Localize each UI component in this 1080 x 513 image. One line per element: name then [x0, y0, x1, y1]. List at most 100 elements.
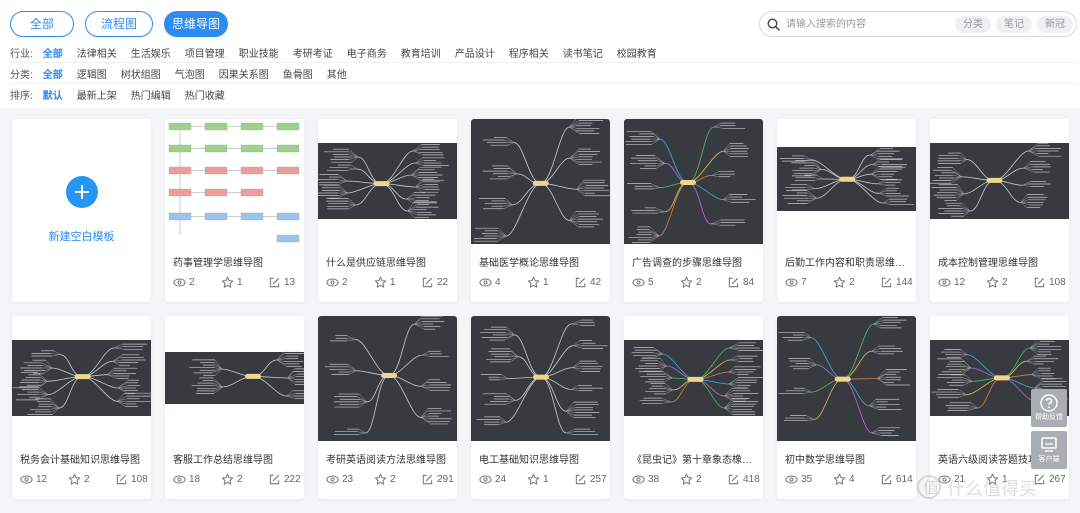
view-count: 24 — [479, 472, 506, 486]
edit-icon — [881, 474, 892, 484]
edit-count-value: 418 — [743, 473, 760, 485]
category-filter-option[interactable]: 因果关系图 — [219, 66, 269, 81]
edit-icon — [575, 277, 586, 287]
template-thumbnail — [624, 316, 763, 441]
type-tabs: 全部 流程图 思维导图 — [10, 11, 228, 37]
like-count[interactable]: 1 — [527, 275, 549, 289]
star-icon — [833, 276, 846, 288]
view-count: 2 — [173, 275, 195, 289]
edit-icon — [422, 277, 433, 287]
search-box: 分类 笔记 新冠 — [759, 11, 1077, 37]
search-chip-covid[interactable]: 新冠 — [1037, 16, 1073, 33]
sort-filter-option[interactable]: 热门收藏 — [185, 87, 225, 102]
industry-filter: 行业: 全部 法律相关 生活娱乐 项目管理 职业技能 考研考证 电子商务 教育培训 产品设计 程序相… — [10, 44, 671, 60]
industry-filter-option[interactable]: 产品设计 — [455, 45, 495, 60]
industry-filter-option[interactable]: 程序相关 — [509, 45, 549, 60]
template-title: 电工基础知识思维导图 — [479, 455, 579, 466]
industry-filter-option[interactable]: 职业技能 — [239, 45, 279, 60]
star-icon — [68, 473, 81, 485]
industry-filter-option[interactable]: 电子商务 — [347, 45, 387, 60]
category-filter-option[interactable]: 鱼骨图 — [283, 66, 313, 81]
edit-count-value: 267 — [1049, 473, 1066, 485]
industry-filter-option[interactable]: 读书笔记 — [563, 45, 603, 60]
sort-filter-option[interactable]: 默认 — [43, 87, 63, 102]
template-card[interactable]: 药事管理学思维导图 2 1 13 — [165, 119, 304, 302]
view-count-value: 4 — [495, 276, 501, 288]
like-count[interactable]: 2 — [986, 275, 1008, 289]
view-count: 5 — [632, 275, 654, 289]
search-chip-category[interactable]: 分类 — [955, 16, 991, 33]
category-filter-option[interactable]: 气泡图 — [175, 66, 205, 81]
category-filter-option[interactable]: 树状组图 — [121, 66, 161, 81]
template-card[interactable]: 成本控制管理思维导图 12 2 108 — [930, 119, 1069, 302]
like-count[interactable]: 1 — [986, 472, 1008, 486]
template-card[interactable]: 电工基础知识思维导图 24 1 257 — [471, 316, 610, 499]
template-card[interactable]: 广告调查的步骤思维导图 5 2 84 — [624, 119, 763, 302]
view-count: 12 — [20, 472, 47, 486]
client-download-button[interactable]: 客户端 — [1031, 431, 1067, 469]
like-count[interactable]: 2 — [68, 472, 90, 486]
industry-filter-option[interactable]: 考研考证 — [293, 45, 333, 60]
like-count[interactable]: 1 — [374, 275, 396, 289]
like-count[interactable]: 2 — [221, 472, 243, 486]
search-chip-notes[interactable]: 笔记 — [996, 16, 1032, 33]
view-count: 12 — [938, 275, 965, 289]
search-icon[interactable] — [767, 18, 780, 31]
plus-icon — [66, 176, 98, 208]
tab-flowchart[interactable]: 流程图 — [85, 11, 153, 37]
view-count: 4 — [479, 275, 501, 289]
edit-count: 257 — [574, 472, 607, 486]
star-icon — [221, 473, 234, 485]
tab-all[interactable]: 全部 — [10, 11, 74, 37]
like-count[interactable]: 2 — [680, 472, 702, 486]
sort-filter-option[interactable]: 热门编辑 — [131, 87, 171, 102]
eye-icon — [938, 277, 951, 287]
category-filter-option[interactable]: 逻辑图 — [77, 66, 107, 81]
like-count[interactable]: 4 — [833, 472, 855, 486]
template-card[interactable]: 初中数学思维导图 35 4 614 — [777, 316, 916, 499]
template-card[interactable]: 税务会计基础知识思维导图 12 2 108 — [12, 316, 151, 499]
template-card[interactable]: 后勤工作内容和职责思维导图 7 2 144 — [777, 119, 916, 302]
new-blank-template-label: 新建空白模板 — [48, 231, 115, 243]
like-count[interactable]: 2 — [680, 275, 702, 289]
view-count-value: 5 — [648, 276, 654, 288]
tab-mindmap[interactable]: 思维导图 — [164, 11, 228, 37]
template-card[interactable]: 基础医学概论思维导图 4 1 42 — [471, 119, 610, 302]
star-icon — [986, 276, 999, 288]
industry-filter-option[interactable]: 项目管理 — [185, 45, 225, 60]
help-feedback-button[interactable]: 帮助反馈 — [1031, 389, 1067, 427]
edit-count-value: 108 — [131, 473, 148, 485]
view-count: 35 — [785, 472, 812, 486]
template-title: 初中数学思维导图 — [785, 455, 865, 466]
eye-icon — [632, 474, 645, 484]
edit-icon — [269, 277, 280, 287]
category-filter-option[interactable]: 全部 — [43, 66, 63, 81]
search-input[interactable] — [786, 15, 946, 33]
like-count-value: 4 — [849, 473, 855, 485]
industry-filter-option[interactable]: 教育培训 — [401, 45, 441, 60]
like-count[interactable]: 2 — [833, 275, 855, 289]
template-card[interactable]: 客服工作总结思维导图 18 2 222 — [165, 316, 304, 499]
industry-filter-option[interactable]: 全部 — [43, 45, 63, 60]
edit-count-value: 22 — [437, 276, 449, 288]
edit-count: 222 — [268, 472, 301, 486]
new-blank-template-card[interactable]: 新建空白模板 — [12, 119, 151, 302]
industry-filter-option[interactable]: 生活娱乐 — [131, 45, 171, 60]
like-count-value: 1 — [237, 276, 243, 288]
view-count-value: 12 — [954, 276, 966, 288]
like-count[interactable]: 2 — [374, 472, 396, 486]
eye-icon — [173, 277, 186, 287]
template-card[interactable]: 《昆虫记》第十章象态橡栗... 38 2 418 — [624, 316, 763, 499]
like-count[interactable]: 1 — [527, 472, 549, 486]
template-thumbnail — [777, 119, 916, 244]
like-count[interactable]: 1 — [221, 275, 243, 289]
sort-filter-option[interactable]: 最新上架 — [77, 87, 117, 102]
template-thumbnail — [777, 316, 916, 441]
industry-filter-option[interactable]: 校园教育 — [617, 45, 657, 60]
edit-count-value: 84 — [743, 276, 755, 288]
category-filter-option[interactable]: 其他 — [327, 66, 347, 81]
edit-count: 291 — [421, 472, 454, 486]
template-card[interactable]: 考研英语阅读方法思维导图 23 2 291 — [318, 316, 457, 499]
template-card[interactable]: 什么是供应链思维导图 2 1 22 — [318, 119, 457, 302]
industry-filter-option[interactable]: 法律相关 — [77, 45, 117, 60]
